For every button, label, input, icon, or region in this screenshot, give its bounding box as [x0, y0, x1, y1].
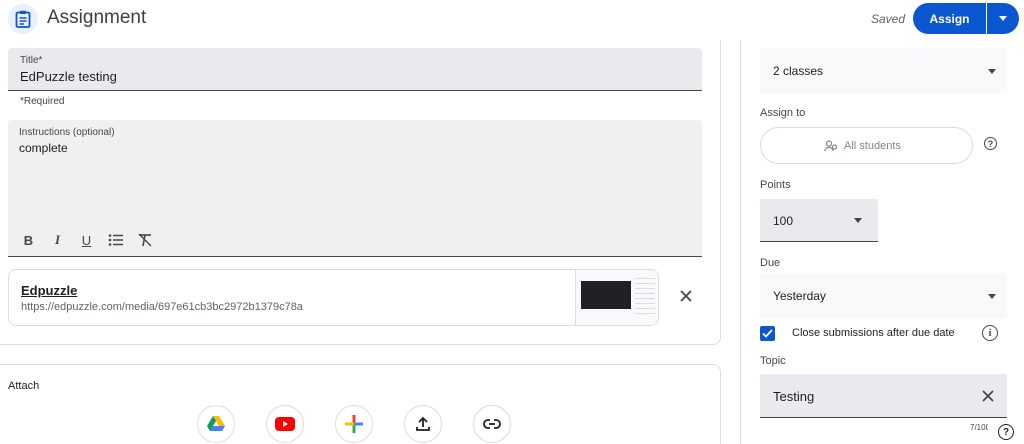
- attach-drive-button[interactable]: [197, 405, 235, 443]
- info-icon[interactable]: i: [982, 325, 998, 341]
- title-input[interactable]: EdPuzzle testing: [20, 69, 117, 84]
- attach-link-button[interactable]: [473, 405, 511, 443]
- link-icon: [483, 419, 501, 429]
- points-label: Points: [760, 179, 791, 191]
- for-classes-select[interactable]: 2 classes: [760, 48, 1007, 93]
- due-label: Due: [760, 257, 781, 269]
- required-note: *Required: [20, 96, 65, 107]
- instructions-input[interactable]: complete: [19, 141, 68, 155]
- title-label: Title*: [20, 55, 43, 66]
- thumbnail-sidebar: [635, 278, 655, 318]
- bulleted-list-button[interactable]: [101, 231, 130, 249]
- dropdown-arrow-icon: [988, 294, 996, 299]
- top-bar: Assignment Saved Assign: [0, 0, 1024, 38]
- youtube-icon: [275, 417, 295, 431]
- assign-to-students-button[interactable]: All students: [760, 127, 973, 164]
- attachment-url: https://edpuzzle.com/media/697e61cb3bc29…: [21, 301, 303, 313]
- close-icon: [982, 390, 994, 402]
- attachment-thumbnail: [575, 270, 658, 325]
- caret-down-icon: [999, 16, 1007, 21]
- upload-icon: [416, 416, 430, 431]
- underline-button[interactable]: U: [72, 231, 101, 249]
- for-classes-value: 2 classes: [773, 64, 824, 78]
- attach-label: Attach: [8, 380, 40, 392]
- dropdown-arrow-icon: [854, 218, 862, 223]
- saved-status: Saved: [871, 12, 906, 26]
- close-submissions-checkbox[interactable]: [760, 326, 775, 341]
- video-preview: [581, 281, 631, 309]
- assignment-icon: [8, 4, 38, 34]
- points-select[interactable]: 100: [760, 199, 878, 242]
- clear-formatting-icon: [138, 233, 151, 247]
- formatting-toolbar: B I U: [14, 231, 159, 249]
- dropdown-arrow-icon: [988, 69, 996, 74]
- due-date-select[interactable]: Yesterday: [760, 273, 1007, 318]
- attachment-title[interactable]: Edpuzzle: [21, 283, 77, 298]
- bold-button[interactable]: B: [14, 231, 43, 249]
- italic-icon: I: [54, 232, 61, 247]
- attach-youtube-button[interactable]: [266, 405, 304, 443]
- remove-attachment-button[interactable]: [676, 286, 696, 306]
- underline-icon: U: [81, 232, 92, 248]
- checkmark-icon: [762, 329, 773, 338]
- topic-input[interactable]: Testing: [760, 374, 1007, 418]
- page-title: Assignment: [47, 7, 147, 28]
- topic-label: Topic: [760, 355, 786, 367]
- clear-topic-button[interactable]: [979, 387, 997, 405]
- attach-create-button[interactable]: [335, 405, 373, 443]
- close-icon: [680, 290, 692, 302]
- assign-button[interactable]: Assign: [913, 3, 986, 34]
- assign-options-button[interactable]: [987, 3, 1019, 34]
- help-icon[interactable]: ?: [984, 137, 997, 150]
- assign-to-label: Assign to: [760, 107, 806, 119]
- clear-formatting-button[interactable]: [130, 231, 159, 249]
- italic-button[interactable]: I: [43, 231, 72, 249]
- bulleted-list-icon: [108, 234, 123, 246]
- due-value: Yesterday: [773, 289, 826, 303]
- close-submissions-label: Close submissions after due date: [792, 327, 955, 339]
- topic-char-counter: 7/100: [970, 423, 988, 432]
- title-field[interactable]: Title* EdPuzzle testing: [8, 48, 702, 91]
- help-icon[interactable]: ?: [998, 424, 1014, 440]
- points-value: 100: [773, 214, 794, 228]
- people-icon: [824, 140, 838, 152]
- topic-value: Testing: [773, 389, 815, 404]
- create-icon: [345, 415, 363, 433]
- drive-icon: [207, 416, 225, 431]
- attach-upload-button[interactable]: [404, 405, 442, 443]
- bold-icon: B: [23, 232, 34, 248]
- instructions-field[interactable]: Instructions (optional) complete B I U: [8, 120, 702, 257]
- instructions-label: Instructions (optional): [19, 127, 115, 138]
- assign-to-value: All students: [844, 140, 901, 152]
- edpuzzle-attachment-card[interactable]: Edpuzzle https://edpuzzle.com/media/697e…: [8, 269, 659, 326]
